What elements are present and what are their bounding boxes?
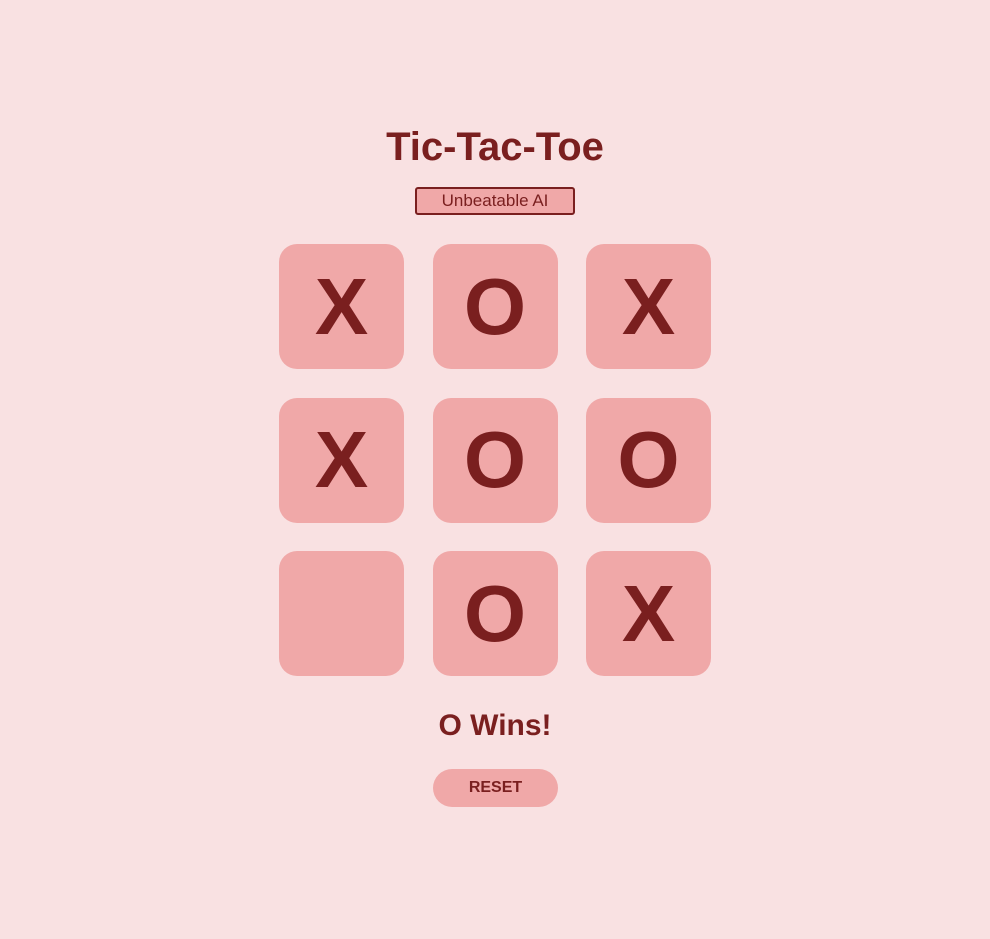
board-cell-6[interactable]: O bbox=[586, 397, 711, 523]
board-cell-9[interactable]: X bbox=[586, 551, 711, 676]
board-cell-3[interactable]: X bbox=[586, 244, 711, 369]
board-cell-2[interactable]: O bbox=[432, 244, 558, 369]
tic-tac-toe-app: Tic-Tac-Toe Unbeatable AI X O X X O O O … bbox=[0, 0, 990, 939]
board-cell-1[interactable]: X bbox=[279, 244, 404, 369]
board-cell-7[interactable] bbox=[279, 551, 404, 676]
mode-select[interactable]: Unbeatable AI bbox=[415, 187, 575, 215]
game-board: X O X X O O O X bbox=[279, 244, 711, 676]
game-status: O Wins! bbox=[438, 709, 552, 742]
game-title: Tic-Tac-Toe bbox=[386, 125, 604, 169]
board-cell-4[interactable]: X bbox=[279, 397, 404, 523]
board-cell-5[interactable]: O bbox=[432, 397, 558, 523]
reset-button[interactable]: RESET bbox=[433, 769, 558, 807]
board-cell-8[interactable]: O bbox=[432, 551, 558, 676]
